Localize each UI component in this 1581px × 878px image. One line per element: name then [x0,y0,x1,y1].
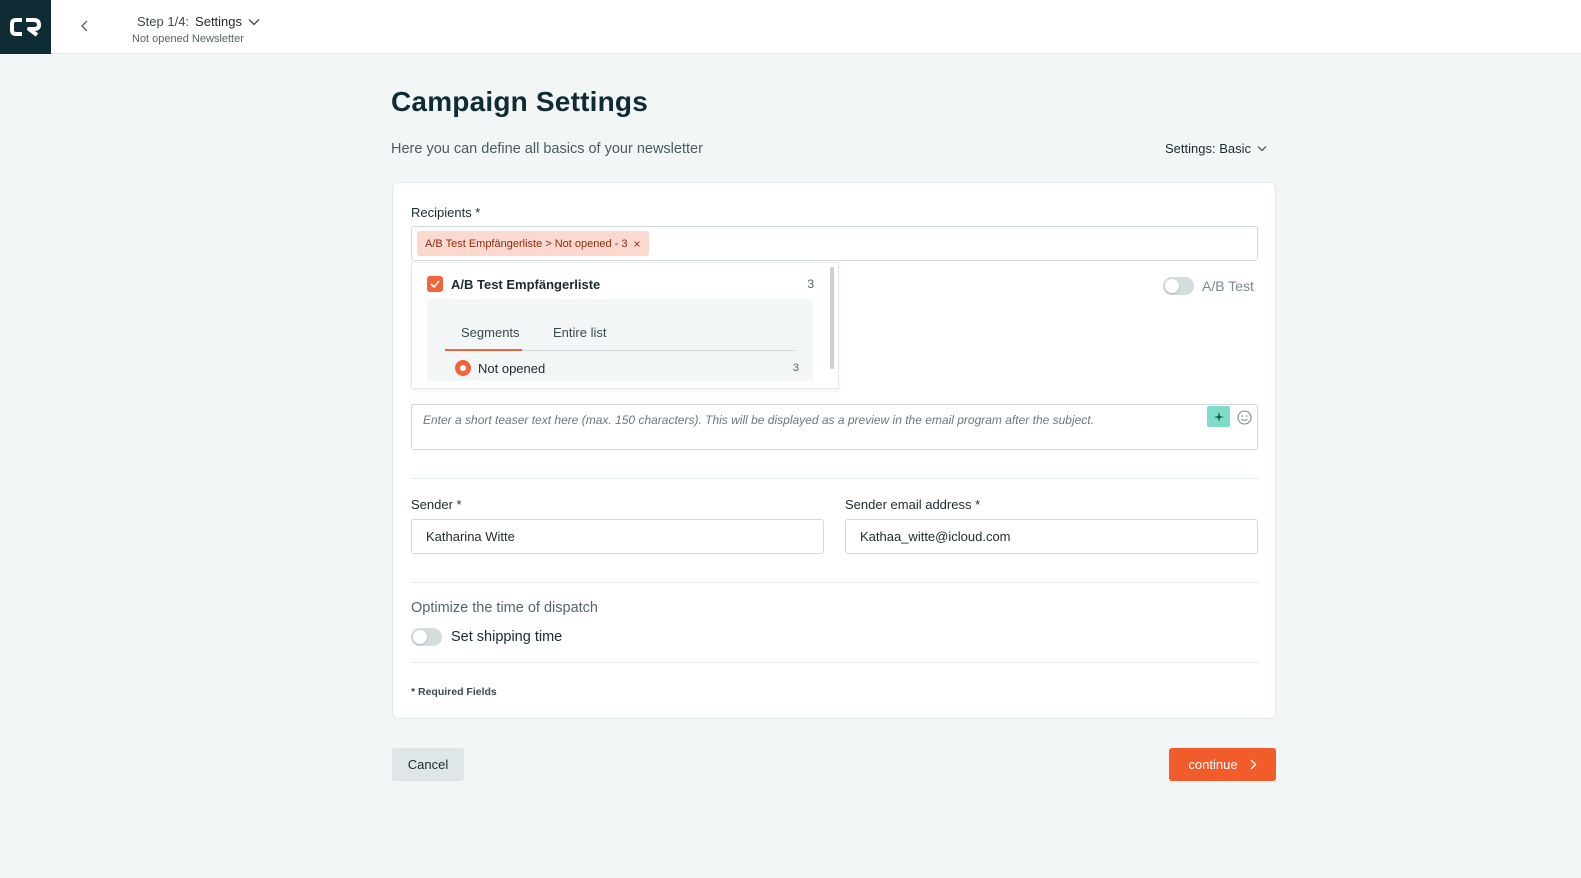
app-logo[interactable] [0,0,51,54]
segment-tabs: Segments Entire list [445,299,795,351]
back-button[interactable] [75,14,95,38]
segment-name: Not opened [478,360,546,376]
sender-email-value: Kathaa_witte@icloud.com [860,529,1011,544]
shipping-time-switch[interactable] [411,628,442,646]
shipping-time-label: Set shipping time [451,629,563,645]
sender-field[interactable]: Katharina Witte [411,519,824,554]
divider [411,478,1258,479]
chevron-down-icon [248,18,260,25]
sender-label: Sender * [411,497,462,512]
segment-panel: Segments Entire list Not opened 3 [427,299,813,381]
smiley-icon [1236,409,1252,425]
teaser-placeholder: Enter a short teaser text here (max. 150… [423,413,1094,427]
tab-segments[interactable]: Segments [461,325,520,340]
list-name: A/B Test Empfängerliste [451,276,601,292]
list-count: 3 [807,277,814,291]
ab-test-label: A/B Test [1202,278,1254,294]
chevron-right-icon [1250,759,1257,770]
check-icon [430,280,440,288]
cancel-label: Cancel [407,757,449,772]
logo-icon [9,18,41,37]
step-prefix: Step 1/4: [137,14,190,29]
top-bar: Step 1/4: Settings Not opened Newsletter [0,0,1581,54]
segment-count: 3 [792,362,799,374]
required-fields-note: * Required Fields [411,686,497,698]
cancel-button[interactable]: Cancel [392,748,464,781]
recipients-dropdown: A/B Test Empfängerliste 3 Segments Entir… [411,262,839,389]
page-subtitle: Here you can define all basics of your n… [391,141,703,157]
shipping-time-toggle[interactable]: Set shipping time [411,628,562,646]
divider [411,662,1258,663]
list-checkbox[interactable] [427,276,443,292]
recipients-input[interactable]: A/B Test Empfängerliste > Not opened - 3… [411,226,1258,261]
active-tab-indicator [445,349,522,351]
recipient-chip-text: A/B Test Empfängerliste > Not opened - 3 [425,237,628,250]
recipients-label: Recipients * [411,205,481,220]
sparkle-icon [1213,411,1224,422]
ai-sparkle-button[interactable] [1207,406,1230,427]
dispatch-title: Optimize the time of dispatch [411,600,598,616]
recipient-list-item[interactable]: A/B Test Empfängerliste 3 [427,273,814,295]
chip-remove-icon[interactable]: × [634,237,641,251]
recipient-chip: A/B Test Empfängerliste > Not opened - 3… [417,231,649,256]
settings-mode-dropdown[interactable]: Settings: Basic [1165,141,1267,156]
sender-value: Katharina Witte [426,529,515,544]
segment-radio[interactable] [455,360,471,376]
sender-email-label: Sender email address * [845,497,981,512]
continue-button[interactable]: continue [1169,748,1276,781]
ab-test-switch[interactable] [1163,277,1194,295]
emoji-button[interactable] [1236,409,1252,425]
continue-label: continue [1188,757,1238,772]
teaser-input[interactable]: Enter a short teaser text here (max. 150… [411,404,1258,450]
dropdown-scrollbar[interactable] [830,267,834,369]
divider [411,582,1258,583]
page-title: Campaign Settings [391,86,648,117]
ab-test-toggle[interactable]: A/B Test [1163,277,1254,295]
settings-mode-label: Settings: Basic [1165,141,1251,156]
step-selector[interactable]: Step 1/4: Settings [137,14,260,29]
segment-item[interactable]: Not opened 3 [455,359,799,377]
sender-email-field[interactable]: Kathaa_witte@icloud.com [845,519,1258,554]
step-name: Settings [195,14,243,29]
newsletter-name: Not opened Newsletter [132,33,244,45]
settings-card: Recipients * A/B Test Empfängerliste > N… [392,182,1276,719]
chevron-left-icon [81,20,88,32]
chevron-down-icon [1257,146,1267,152]
tab-entire-list[interactable]: Entire list [553,325,606,340]
